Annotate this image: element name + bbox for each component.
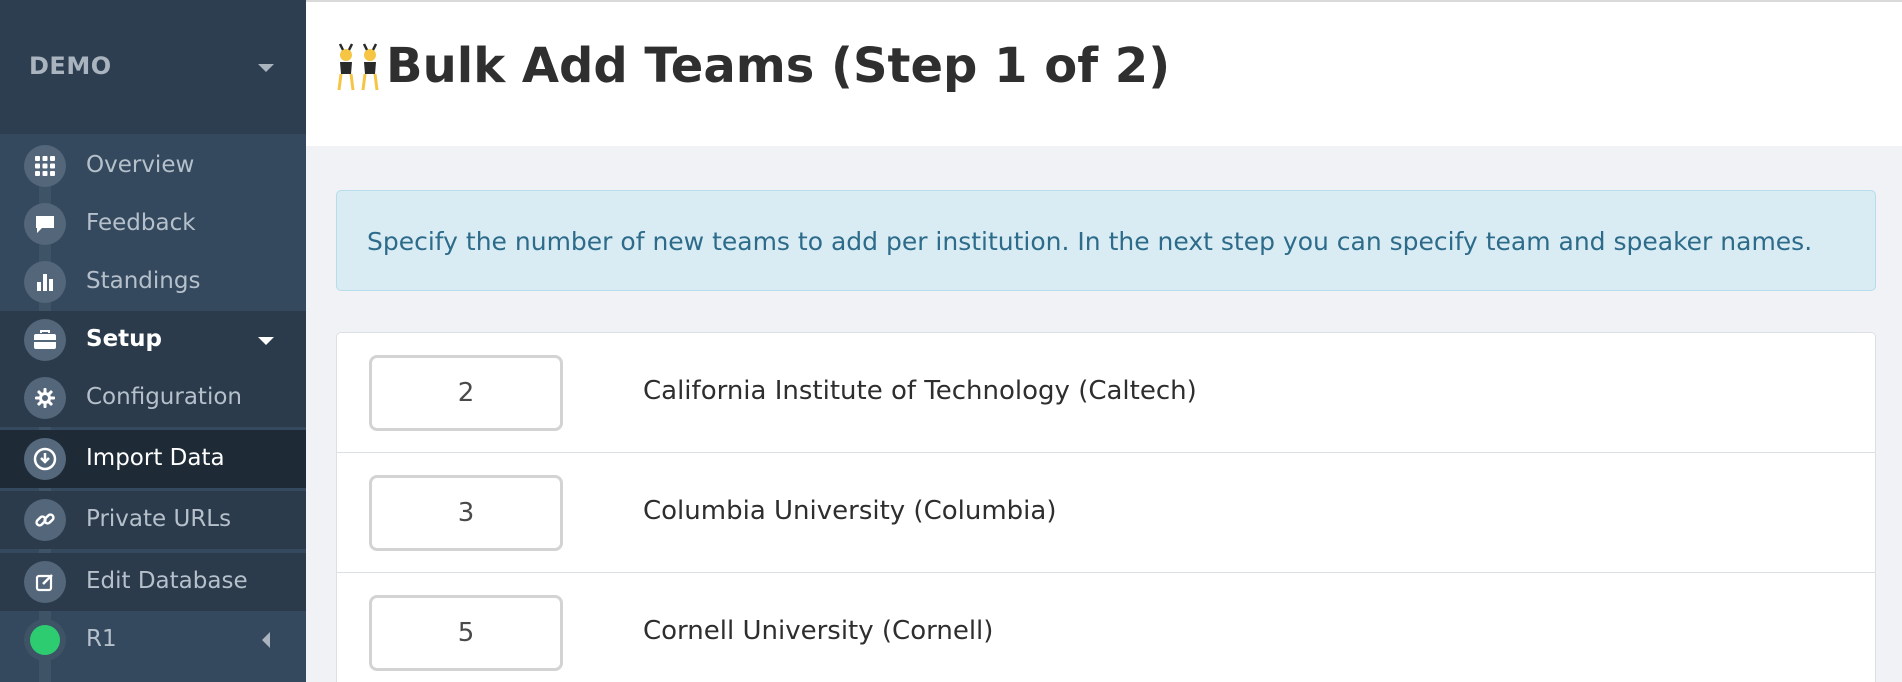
sidebar-item-label: Configuration: [86, 384, 242, 410]
institution-name: Cornell University (Cornell): [643, 616, 994, 646]
sidebar-item-round-r1[interactable]: R1: [0, 611, 306, 669]
sidebar-item-private-urls[interactable]: Private URLs: [0, 491, 306, 549]
sidebar-item-label: Edit Database: [86, 568, 248, 594]
sidebar: DEMO Overview Feedback Standings Setup C…: [0, 0, 306, 682]
sidebar-item-label: R1: [86, 626, 117, 652]
sidebar-item-label: Setup: [86, 326, 162, 352]
institution-list: California Institute of Technology (Calt…: [336, 332, 1876, 682]
sidebar-item-label: Feedback: [86, 210, 196, 236]
link-icon: [24, 499, 66, 541]
bar-chart-icon: [24, 261, 66, 303]
sidebar-item-feedback[interactable]: Feedback: [0, 195, 306, 253]
team-count-input[interactable]: [369, 355, 563, 431]
sidebar-item-overview[interactable]: Overview: [0, 137, 306, 195]
page-title-text: Bulk Add Teams (Step 1 of 2): [386, 38, 1171, 94]
main-content: Bulk Add Teams (Step 1 of 2) Specify the…: [306, 0, 1902, 682]
chevron-down-icon: [258, 337, 274, 345]
list-item: California Institute of Technology (Calt…: [337, 333, 1875, 453]
chevron-left-icon: [262, 632, 270, 648]
tournament-switcher[interactable]: DEMO: [0, 0, 306, 134]
chevron-down-icon: [258, 64, 274, 72]
tournament-name: DEMO: [29, 52, 112, 80]
sidebar-item-label: Standings: [86, 268, 201, 294]
sidebar-item-label: Import Data: [86, 445, 225, 471]
sidebar-item-label: Private URLs: [86, 506, 232, 532]
team-count-input[interactable]: [369, 475, 563, 551]
sidebar-item-configuration[interactable]: Configuration: [0, 369, 306, 427]
sidebar-item-import-data[interactable]: Import Data: [0, 430, 306, 488]
dancers-emoji-icon: [334, 40, 384, 92]
page-title: Bulk Add Teams (Step 1 of 2): [334, 38, 1170, 94]
sidebar-item-label: Overview: [86, 152, 195, 178]
download-circle-icon: [24, 438, 66, 480]
page-header: Bulk Add Teams (Step 1 of 2): [306, 0, 1902, 146]
edit-icon: [24, 561, 66, 603]
sidebar-item-edit-database[interactable]: Edit Database: [0, 553, 306, 611]
list-item: Columbia University (Columbia): [337, 453, 1875, 573]
sidebar-item-setup[interactable]: Setup: [0, 311, 306, 369]
info-alert: Specify the number of new teams to add p…: [336, 190, 1876, 291]
chat-bubble-icon: [24, 203, 66, 245]
sidebar-item-standings[interactable]: Standings: [0, 253, 306, 311]
institution-name: California Institute of Technology (Calt…: [643, 376, 1197, 406]
institution-name: Columbia University (Columbia): [643, 496, 1057, 526]
list-item: Cornell University (Cornell): [337, 573, 1875, 682]
grid-icon: [24, 145, 66, 187]
status-dot-icon: [24, 619, 66, 661]
briefcase-icon: [24, 319, 66, 361]
gear-icon: [24, 377, 66, 419]
info-alert-text: Specify the number of new teams to add p…: [367, 227, 1813, 256]
team-count-input[interactable]: [369, 595, 563, 671]
